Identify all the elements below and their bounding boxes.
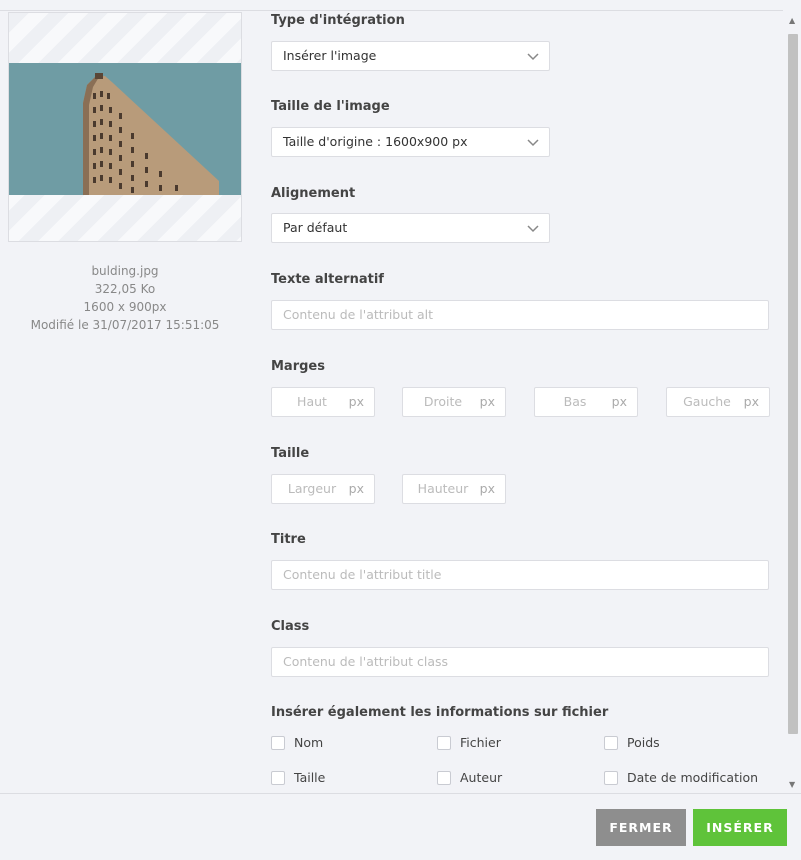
- checkbox-label: Auteur: [460, 770, 503, 785]
- alt-placeholder: Contenu de l'attribut alt: [283, 307, 434, 322]
- margin-right-input[interactable]: Droite px: [402, 387, 506, 417]
- margin-left-placeholder: Gauche: [683, 394, 731, 409]
- margin-bottom-input[interactable]: Bas px: [534, 387, 638, 417]
- image-size-label: Taille de l'image: [271, 99, 390, 114]
- integration-label: Type d'intégration: [271, 13, 405, 28]
- checkbox-label: Taille: [294, 770, 326, 785]
- building-photo: [9, 63, 241, 195]
- margins-label: Marges: [271, 359, 325, 374]
- margin-top-placeholder: Haut: [297, 394, 327, 409]
- image-size-select[interactable]: Taille d'origine : 1600x900 px: [271, 127, 550, 157]
- scroll-up-arrow-icon[interactable]: ▲: [789, 17, 795, 25]
- file-name: bulding.jpg: [91, 264, 159, 278]
- unit-label: px: [479, 394, 495, 409]
- alignment-value: Par défaut: [283, 220, 348, 235]
- alt-input[interactable]: Contenu de l'attribut alt: [271, 300, 769, 330]
- margin-right-placeholder: Droite: [423, 394, 463, 409]
- height-input[interactable]: Hauteur px: [402, 474, 506, 504]
- checkbox-label: Date de modification: [627, 770, 759, 785]
- checkbox-box[interactable]: [437, 736, 451, 750]
- scroll-down-arrow-icon[interactable]: ▼: [789, 781, 795, 789]
- width-placeholder: Largeur: [287, 481, 337, 496]
- scrollbar-thumb[interactable]: [788, 34, 798, 734]
- alt-label: Texte alternatif: [271, 272, 384, 287]
- unit-label: px: [479, 481, 495, 496]
- checkbox-box[interactable]: [271, 736, 285, 750]
- alignment-label: Alignement: [271, 186, 356, 201]
- file-dimensions: 1600 x 900px: [83, 300, 167, 314]
- integration-select[interactable]: Insérer l'image: [271, 41, 550, 71]
- margin-bottom-placeholder: Bas: [563, 394, 587, 409]
- alignment-select[interactable]: Par défaut: [271, 213, 550, 243]
- unit-label: px: [348, 481, 364, 496]
- file-modified: Modifié le 31/07/2017 15:51:05: [30, 318, 220, 332]
- class-input[interactable]: Contenu de l'attribut class: [271, 647, 769, 677]
- title-input[interactable]: Contenu de l'attribut title: [271, 560, 769, 590]
- height-placeholder: Hauteur: [417, 481, 469, 496]
- checkbox-box[interactable]: [437, 771, 451, 785]
- unit-label: px: [348, 394, 364, 409]
- integration-value: Insérer l'image: [283, 48, 377, 63]
- margin-left-input[interactable]: Gauche px: [666, 387, 770, 417]
- checkbox-label: Fichier: [460, 735, 501, 750]
- checkbox-box[interactable]: [271, 771, 285, 785]
- chevron-down-icon: [527, 225, 539, 233]
- image-preview: [8, 12, 242, 242]
- checkbox-label: Nom: [294, 735, 324, 750]
- file-info-label: Insérer également les informations sur f…: [271, 705, 609, 720]
- file-size: 322,05 Ko: [94, 282, 156, 296]
- file-info: bulding.jpg 322,05 Ko 1600 x 900px Modif…: [8, 262, 242, 334]
- insert-button[interactable]: INSÉRER: [693, 809, 787, 846]
- chevron-down-icon: [527, 139, 539, 147]
- title-placeholder: Contenu de l'attribut title: [283, 567, 442, 582]
- checkbox-label: Poids: [627, 735, 660, 750]
- unit-label: px: [743, 394, 759, 409]
- dialog-footer: FERMER INSÉRER: [0, 793, 801, 860]
- title-label: Titre: [271, 532, 306, 547]
- chevron-down-icon: [527, 53, 539, 61]
- top-divider: [0, 10, 783, 11]
- margin-top-input[interactable]: Haut px: [271, 387, 375, 417]
- size-label: Taille: [271, 446, 310, 461]
- close-button[interactable]: FERMER: [596, 809, 686, 846]
- class-label: Class: [271, 619, 310, 634]
- unit-label: px: [611, 394, 627, 409]
- image-size-value: Taille d'origine : 1600x900 px: [283, 134, 468, 149]
- checkbox-box[interactable]: [604, 771, 618, 785]
- width-input[interactable]: Largeur px: [271, 474, 375, 504]
- class-placeholder: Contenu de l'attribut class: [283, 654, 449, 669]
- checkbox-box[interactable]: [604, 736, 618, 750]
